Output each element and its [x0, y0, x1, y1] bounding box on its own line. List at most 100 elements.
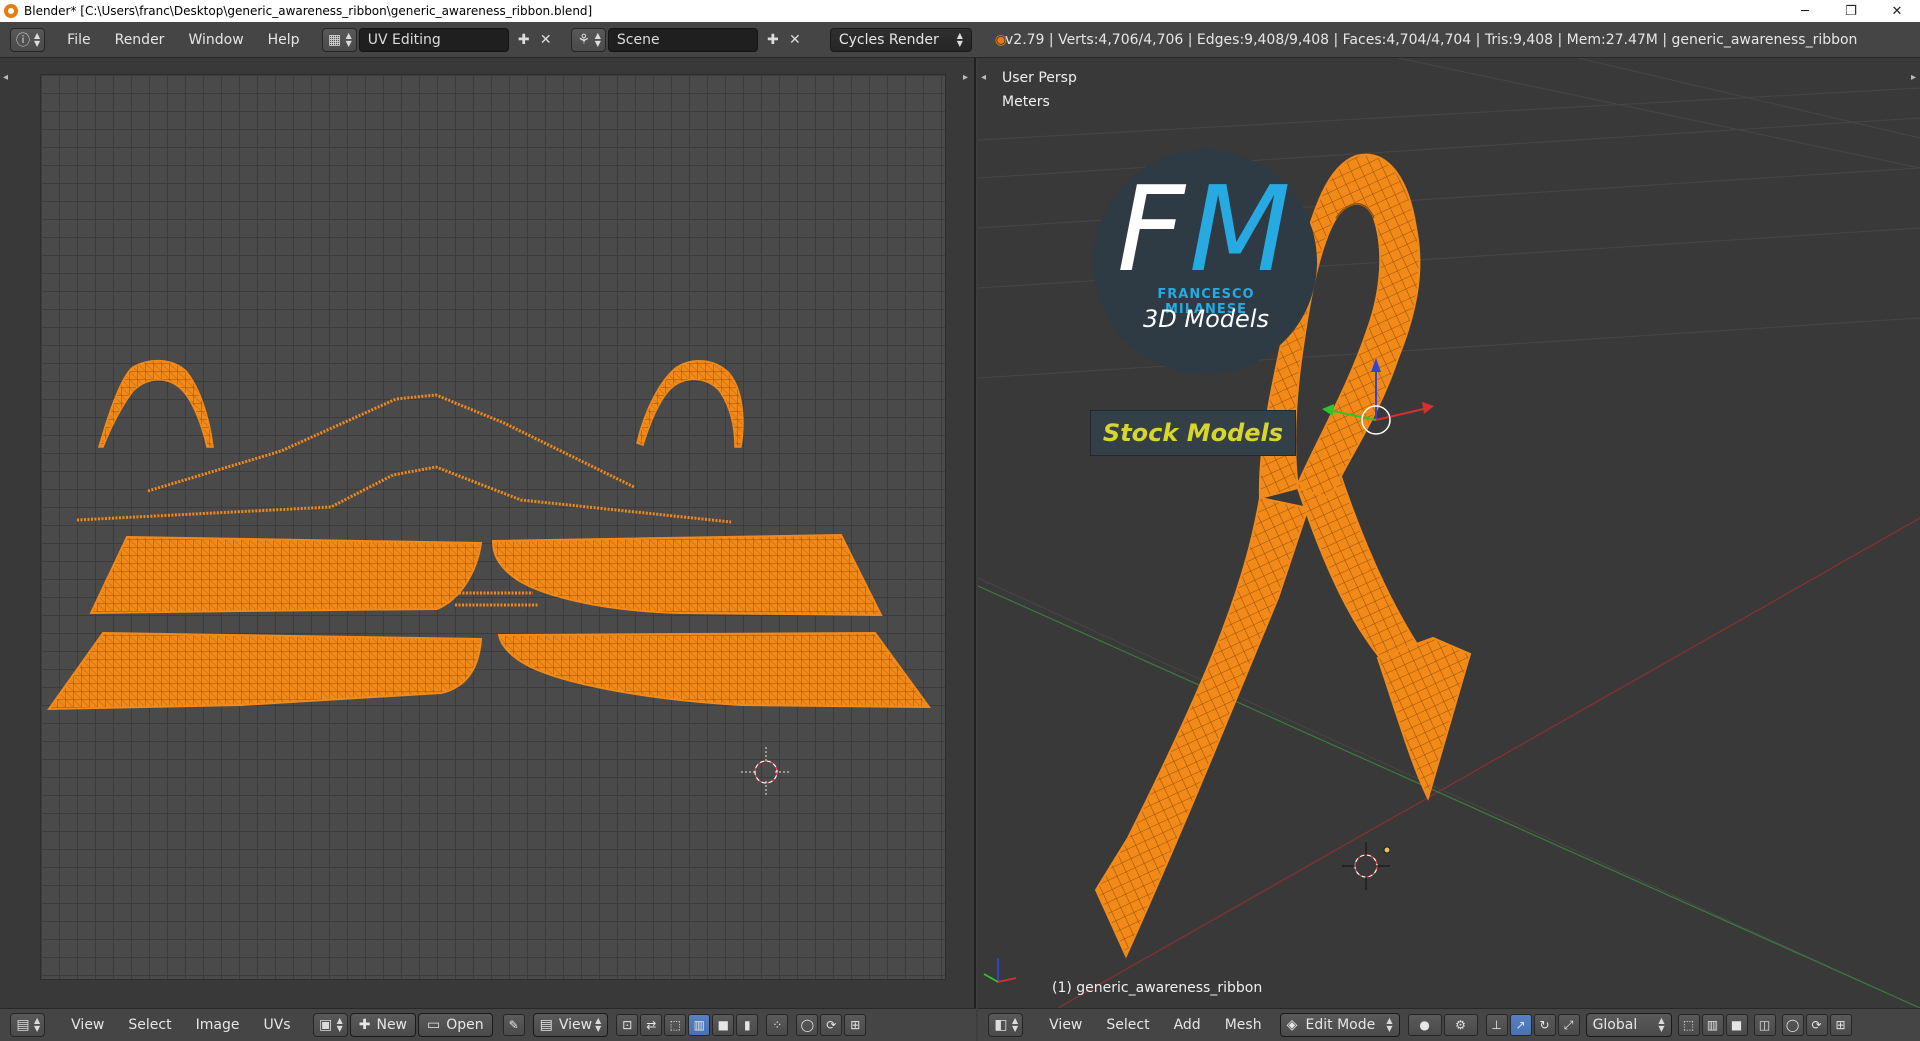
interaction-mode-select[interactable]: ◈ Edit Mode ▲ ▼	[1279, 1013, 1400, 1037]
uv-strip-middle[interactable]	[76, 465, 732, 524]
vp-editor-type-selector[interactable]: ◧ ▲ ▼	[988, 1013, 1024, 1037]
edge-select-mode-icon[interactable]: ▥	[1701, 1014, 1724, 1036]
uv-island-strip-b2[interactable]	[497, 631, 931, 709]
scene-browse[interactable]: ⚘ ▲ ▼	[570, 27, 606, 52]
info-icon: ⓘ	[16, 32, 30, 49]
scale-manipulator-icon[interactable]: ⤢	[1557, 1014, 1580, 1036]
uv-2d-cursor-icon[interactable]	[741, 747, 791, 797]
uv-islands[interactable]	[41, 75, 947, 981]
window-title: Blender* [C:\Users\franc\Desktop\generic…	[24, 4, 593, 18]
render-engine-label: Cycles Render	[838, 31, 939, 48]
editor-type-selector[interactable]: ⓘ ▲ ▼	[10, 27, 46, 52]
3d-viewport[interactable]: User Persp Meters (1) generic_awareness_…	[978, 58, 1920, 1008]
updown-arrows-icon: ▲ ▼	[956, 30, 963, 48]
add-scene-icon[interactable]: ✚	[762, 29, 784, 51]
screen-layout-browse[interactable]: ▦ ▲ ▼	[321, 27, 357, 52]
view-mode-icon: ▤	[539, 1017, 553, 1033]
updown-arrows-icon: ▲ ▼	[336, 1016, 343, 1033]
uv-menu-select[interactable]: Select	[116, 1013, 183, 1037]
uv-strip-top[interactable]	[147, 393, 635, 493]
vp-menu-view[interactable]: View	[1037, 1013, 1094, 1037]
cube-icon: ◧	[994, 1017, 1008, 1033]
render-engine-select[interactable]: Cycles Render ▲ ▼	[829, 27, 972, 52]
restore-button[interactable]: ❐	[1828, 0, 1874, 22]
proportional-editing-icon[interactable]: ◯	[1781, 1014, 1804, 1036]
vp-menu-add[interactable]: Add	[1162, 1013, 1213, 1037]
vertex-select-icon[interactable]: ⬚	[664, 1014, 687, 1036]
sticky-select-icon[interactable]: ⁘	[766, 1014, 789, 1036]
transform-orientation-select[interactable]: Global ▲ ▼	[1585, 1013, 1672, 1037]
uv-editor-type-selector[interactable]: ▤ ▲ ▼	[10, 1013, 46, 1037]
properties-toggle-icon[interactable]: ▸	[1911, 72, 1916, 83]
scene-stats: v2.79 | Verts:4,706/4,706 | Edges:9,408/…	[1005, 32, 1858, 48]
proportional-edit-icon[interactable]: ◯	[796, 1014, 819, 1036]
image-browse[interactable]: ▣ ▲ ▼	[312, 1013, 348, 1037]
folder-icon: ▭	[427, 1017, 441, 1033]
updown-arrows-icon: ▲ ▼	[1386, 1016, 1393, 1033]
snap-element-icon[interactable]: ⊞	[1829, 1014, 1852, 1036]
minimize-button[interactable]: ─	[1782, 0, 1828, 22]
logo-subtitle: 3D Models	[1143, 305, 1269, 333]
island-select-icon[interactable]: ▮	[736, 1014, 759, 1036]
pin-icon[interactable]: ✎	[502, 1014, 525, 1036]
close-button[interactable]: ✕	[1874, 0, 1920, 22]
menu-render[interactable]: Render	[103, 28, 177, 52]
uv-island-strip-a2[interactable]	[491, 533, 883, 617]
updown-arrows-icon: ▲ ▼	[595, 1016, 602, 1033]
remove-layout-icon[interactable]: ✕	[535, 29, 557, 51]
rotate-manipulator-icon[interactable]: ↻	[1533, 1014, 1556, 1036]
francesco-milanese-logo: F M FRANCESCO MILANESE 3D Models	[1093, 150, 1317, 374]
uv-snap-element-icon[interactable]: ⊞	[844, 1014, 867, 1036]
tool-shelf-toggle-icon[interactable]: ◂	[981, 72, 986, 83]
vertex-select-mode-icon[interactable]: ⬚	[1677, 1014, 1700, 1036]
new-image-button[interactable]: ✚ New	[349, 1013, 417, 1037]
menu-help[interactable]: Help	[256, 28, 312, 52]
3d-cursor-icon[interactable]	[1342, 842, 1390, 890]
uv-menu-uvs[interactable]: UVs	[251, 1013, 302, 1037]
face-select-mode-icon[interactable]: ■	[1725, 1014, 1748, 1036]
remove-scene-icon[interactable]: ✕	[784, 29, 806, 51]
menu-file[interactable]: File	[55, 28, 102, 52]
add-layout-icon[interactable]: ✚	[513, 29, 535, 51]
pivot-point-icon[interactable]: ⚙	[1443, 1014, 1478, 1036]
pivot-icon[interactable]: ⊡	[616, 1014, 639, 1036]
viewport-shading-icon[interactable]: ●	[1407, 1014, 1442, 1036]
updown-arrows-icon: ▲ ▼	[1012, 1016, 1019, 1033]
stock-models-badge: Stock Models	[1090, 410, 1296, 456]
properties-toggle-icon[interactable]: ▸	[963, 72, 968, 83]
snap-icon[interactable]: ⟳	[820, 1014, 843, 1036]
uv-island-strip-b1[interactable]	[47, 631, 483, 711]
screen-layout-field[interactable]: UV Editing	[358, 27, 509, 52]
scene-field[interactable]: Scene	[607, 27, 758, 52]
origin-point-icon	[1383, 846, 1391, 854]
view-mode-select[interactable]: ▤ View ▲ ▼	[532, 1013, 609, 1037]
vp-menu-mesh[interactable]: Mesh	[1213, 1013, 1274, 1037]
uv-island-loop-left[interactable]	[98, 359, 214, 448]
uv-image-editor[interactable]: ◂ ▸	[0, 58, 976, 1008]
face-select-icon[interactable]: ■	[712, 1014, 735, 1036]
translate-manipulator-icon[interactable]: ↗	[1509, 1014, 1532, 1036]
uv-island-loop-right[interactable]	[636, 360, 744, 448]
snap-toggle-icon[interactable]: ⟳	[1805, 1014, 1828, 1036]
limit-selection-icon[interactable]: ◫	[1753, 1014, 1776, 1036]
sync-selection-icon[interactable]: ⇄	[640, 1014, 663, 1036]
plus-icon: ✚	[358, 1017, 371, 1033]
uv-menu-view[interactable]: View	[59, 1013, 116, 1037]
open-image-button[interactable]: ▭ Open	[418, 1013, 493, 1037]
uv-menu-image[interactable]: Image	[184, 1013, 252, 1037]
uv-island-strip-a1[interactable]	[89, 535, 483, 615]
uv-grid-canvas[interactable]	[40, 74, 946, 980]
uv-editor-header: ▤ ▲ ▼ View Select Image UVs ▣ ▲ ▼ ✚ New ▭ …	[0, 1008, 976, 1041]
tool-shelf-toggle-icon[interactable]: ◂	[3, 72, 8, 83]
updown-arrows-icon: ▲ ▼	[34, 30, 41, 48]
updown-arrows-icon: ▲ ▼	[1658, 1016, 1665, 1033]
edge-select-icon[interactable]: ▥	[688, 1014, 711, 1036]
menu-window[interactable]: Window	[176, 28, 255, 52]
manipulator-toggle-icon[interactable]: ⊥	[1485, 1014, 1508, 1036]
updown-arrows-icon: ▲ ▼	[34, 1016, 41, 1033]
scene-icon: ⚘	[577, 31, 590, 48]
vp-menu-select[interactable]: Select	[1094, 1013, 1161, 1037]
image-editor-icon: ▤	[16, 1017, 30, 1033]
active-object-label: (1) generic_awareness_ribbon	[1052, 980, 1263, 996]
view-name: User Persp	[1002, 70, 1077, 86]
